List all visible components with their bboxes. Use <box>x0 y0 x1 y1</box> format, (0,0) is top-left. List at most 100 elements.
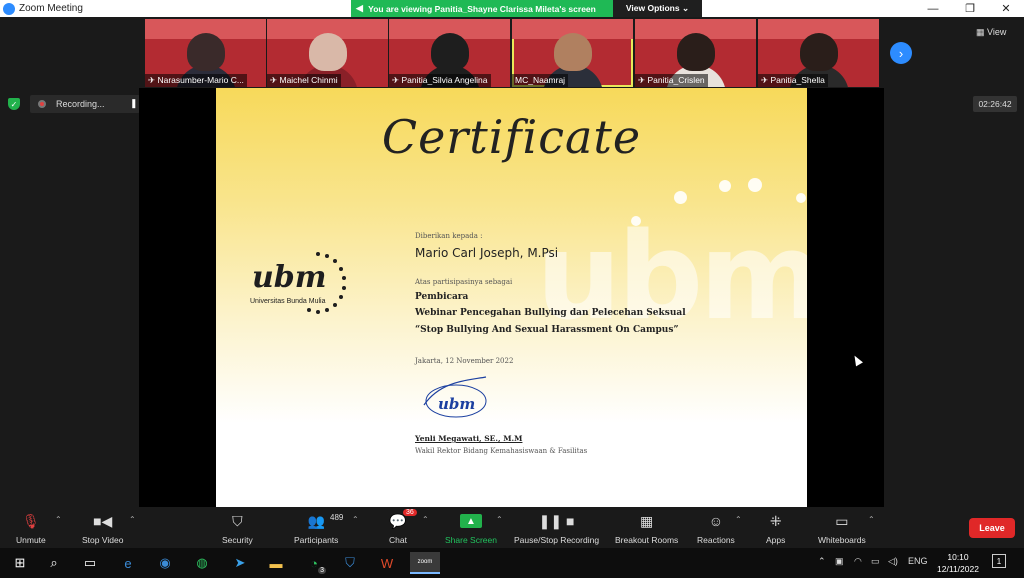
wps-office-icon[interactable]: W <box>375 552 399 574</box>
certificate-title: Certificate <box>381 110 642 164</box>
language-indicator[interactable]: ENG <box>908 556 928 566</box>
decorative-dot <box>631 216 641 226</box>
battery-icon[interactable]: ▭ <box>871 556 880 567</box>
whiteboards-button[interactable]: ▭ Whiteboards <box>818 511 866 546</box>
reactions-caret-icon[interactable]: ⌃ <box>735 515 742 524</box>
participants-caret-icon[interactable]: ⌃ <box>352 515 359 524</box>
windows-taskbar: ⊞ ⌕ ▭ e ◉ ◍ ➤ ▬ ◔ 3 ⛉ W zoom ⌃ ▣ ◠ ▭ ◁) E… <box>0 548 1024 578</box>
whiteboards-caret-icon[interactable]: ⌃ <box>868 515 875 524</box>
smiley-icon: ☺ <box>708 513 724 529</box>
decorative-dot <box>748 178 762 192</box>
participant-face <box>308 33 347 71</box>
participant-name: ✈ Panitia_Shella <box>758 74 828 87</box>
share-arrow-icon: ▲ <box>459 514 482 528</box>
chat-button[interactable]: 💬 36 Chat <box>389 509 417 545</box>
participant-name: ✈ Panitia_Silvia Angelina <box>389 74 491 87</box>
leave-button[interactable]: Leave <box>969 518 1015 538</box>
shield-app-icon[interactable]: ⛉ <box>338 552 362 574</box>
recipient-name: Mario Carl Joseph, M.Psi <box>415 246 559 260</box>
next-page-arrow-icon[interactable]: › <box>890 42 912 64</box>
telegram-icon[interactable]: ➤ <box>228 552 252 574</box>
share-screen-button[interactable]: ▲ Share Screen <box>445 511 497 545</box>
video-options-caret-icon[interactable]: ⌃ <box>129 515 136 524</box>
signatory-title: Wakil Rektor Bidang Kemahasiswaan & Fasi… <box>415 447 588 455</box>
whatsapp-badge: 3 <box>318 567 326 574</box>
restore-button[interactable]: ❐ <box>955 0 985 17</box>
participants-button[interactable]: 👥 489 Participants <box>294 511 343 546</box>
share-caret-icon[interactable]: ⌃ <box>496 515 503 524</box>
certificate-document: ubm Certificate ubm Universitas Bunda Mu… <box>216 88 807 507</box>
participant-face <box>799 33 838 71</box>
decorative-dot <box>719 180 731 192</box>
shield-icon: ⛉ <box>232 512 243 529</box>
whatsapp-icon[interactable]: ◔ 3 <box>302 552 326 574</box>
tray-overflow-icon[interactable]: ⌃ <box>818 556 826 567</box>
given-to-label: Diberikan kepada : <box>415 232 483 240</box>
clock-date: 12/11/2022 <box>937 564 979 574</box>
window-title: Zoom Meeting <box>19 3 83 14</box>
video-camera-icon: ■◀ <box>93 512 113 529</box>
view-button[interactable]: ▦ View <box>976 27 1006 38</box>
video-strip: ✈ Narasumber-Mario C... ✈ Maichel Chinmi… <box>0 17 1024 88</box>
participant-tile[interactable]: ✈ Panitia_Silvia Angelina <box>389 19 510 87</box>
participant-tile[interactable]: ✈ Narasumber-Mario C... <box>145 19 266 87</box>
chat-unread-badge: 36 <box>403 509 417 516</box>
wechat-icon[interactable]: ◍ <box>190 552 214 574</box>
wifi-icon[interactable]: ◠ <box>854 556 862 567</box>
meeting-timer: 02:26:42 <box>973 96 1017 112</box>
place-date: Jakarta, 12 November 2022 <box>415 357 514 365</box>
participant-name: ✈ Narasumber-Mario C... <box>145 74 247 87</box>
meeting-toolbar: 🎙 Unmute ⌃ ■◀ Stop Video ⌃ ⛉ Security 👥 … <box>0 507 1024 548</box>
close-button[interactable]: ✕ <box>991 0 1021 17</box>
participant-name: ✈ Maichel Chinmi <box>267 74 341 87</box>
participant-tile-active-speaker[interactable]: MC_Naamraj <box>512 19 633 87</box>
stop-video-button[interactable]: ■◀ Stop Video <box>82 511 123 546</box>
unmute-button[interactable]: 🎙 Unmute <box>16 511 46 546</box>
security-button[interactable]: ⛉ Security <box>222 511 253 546</box>
clock-time: 10:10 <box>947 552 969 562</box>
participant-name: ✈ Panitia_Crislen <box>635 74 708 87</box>
recording-label: Recording... <box>56 99 105 109</box>
system-clock[interactable]: 10:10 12/11/2022 <box>934 551 982 575</box>
ubm-logo-text: ubm <box>252 260 327 295</box>
reactions-button[interactable]: ☺ Reactions <box>697 511 735 545</box>
stamp-text: ubm <box>438 395 476 413</box>
search-icon[interactable]: ⌕ <box>42 552 66 574</box>
share-screen-icon: ◀ <box>356 3 363 13</box>
participant-name: MC_Naamraj <box>512 74 569 87</box>
ubm-logo-subtitle: Universitas Bunda Mulia <box>250 298 326 305</box>
participant-tile[interactable]: ✈ Panitia_Crislen <box>635 19 756 87</box>
signature-stamp: ubm <box>416 375 496 423</box>
recording-indicator: Recording... <box>30 95 140 113</box>
edge-browser-icon[interactable]: e <box>116 552 140 574</box>
participant-face <box>186 33 225 71</box>
participants-count: 489 <box>330 513 344 522</box>
view-options-button[interactable]: View Options ⌄ <box>613 0 702 17</box>
task-view-icon[interactable]: ▭ <box>78 552 102 574</box>
recording-dot-icon <box>38 100 46 108</box>
signatory-name: Yenli Megawati, SE., M.M <box>415 434 523 443</box>
volume-icon[interactable]: ◁) <box>888 556 898 567</box>
participant-tile[interactable]: ✈ Panitia_Shella <box>758 19 879 87</box>
zoom-taskbar-icon[interactable]: zoom <box>410 552 440 574</box>
ie-browser-icon[interactable]: ◉ <box>153 552 177 574</box>
decorative-dot <box>674 191 687 204</box>
event-title: Webinar Pencegahan Bullying dan Peleceha… <box>415 308 686 318</box>
pause-stop-icon: ❚❚ ■ <box>538 512 575 529</box>
breakout-rooms-button[interactable]: ▦ Breakout Rooms <box>615 511 678 546</box>
audio-options-caret-icon[interactable]: ⌃ <box>55 515 62 524</box>
pause-stop-recording-button[interactable]: ❚❚ ■ Pause/Stop Recording <box>514 511 599 546</box>
file-explorer-icon[interactable]: ▬ <box>264 552 288 574</box>
zoom-taskbar-label: zoom <box>417 559 433 565</box>
event-theme: “Stop Bullying And Sexual Harassment On … <box>415 325 679 335</box>
notification-center-icon[interactable]: 1 <box>992 554 1006 568</box>
chat-caret-icon[interactable]: ⌃ <box>422 515 429 524</box>
windows-start-icon[interactable]: ⊞ <box>8 552 32 574</box>
tray-app-icon[interactable]: ▣ <box>835 556 844 567</box>
participant-tile[interactable]: ✈ Maichel Chinmi <box>267 19 388 87</box>
breakout-grid-icon: ▦ <box>640 512 654 529</box>
apps-icon: ⁜ <box>769 512 782 529</box>
minimize-button[interactable]: — <box>918 0 948 17</box>
ubm-logo: ubm Universitas Bunda Mulia <box>250 248 360 328</box>
apps-button[interactable]: ⁜ Apps <box>766 511 785 546</box>
